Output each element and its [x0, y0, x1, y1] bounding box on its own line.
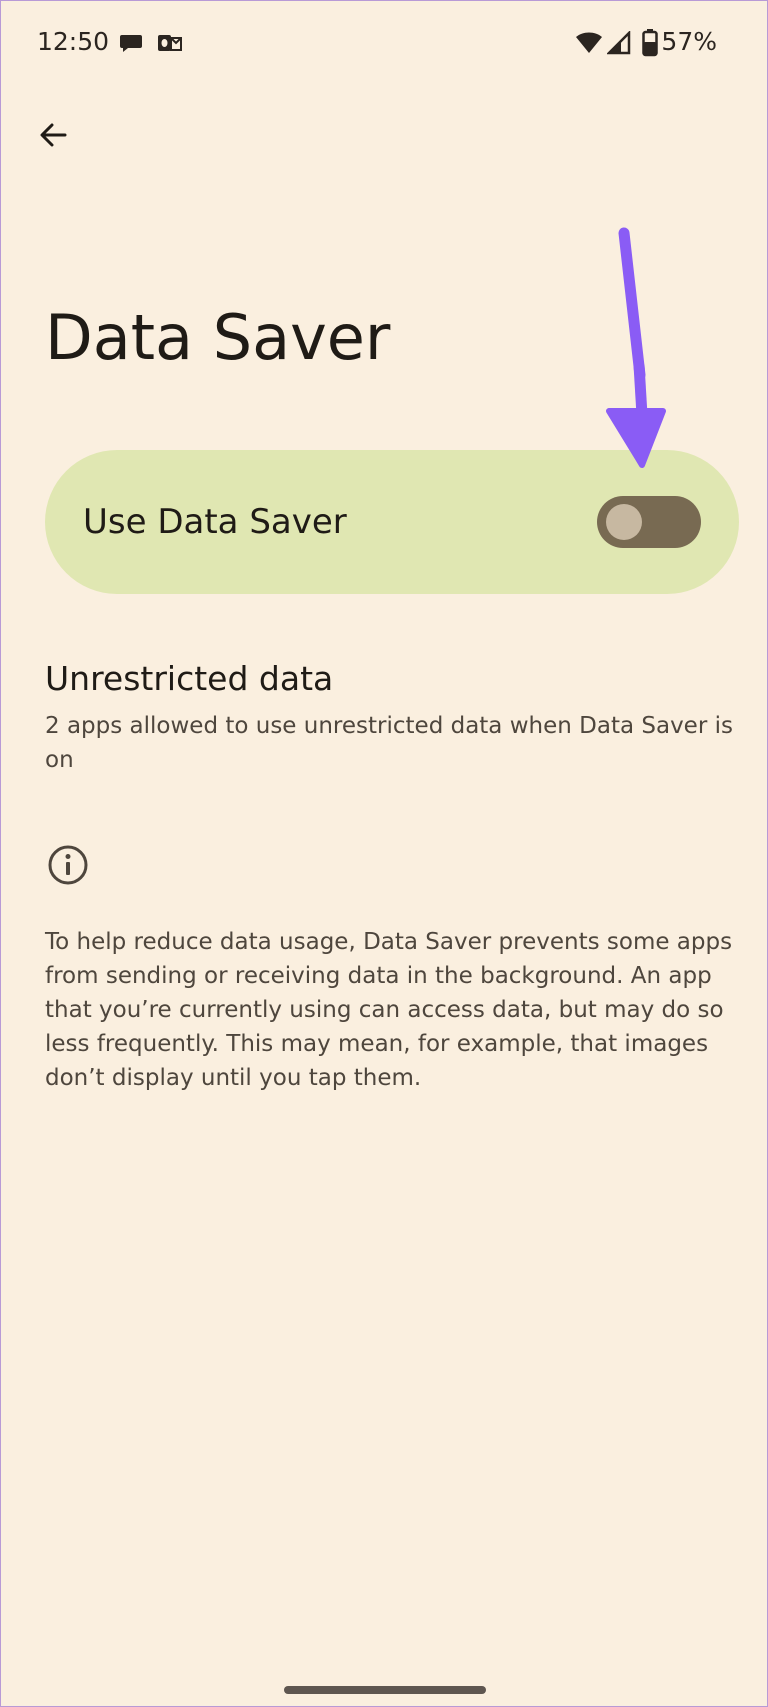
chat-bubble-icon [120, 35, 142, 52]
data-saver-toggle[interactable] [597, 496, 701, 548]
info-icon [48, 845, 88, 885]
unrestricted-data-item[interactable]: Unrestricted data 2 apps allowed to use … [45, 657, 735, 777]
data-saver-footer-text: To help reduce data usage, Data Saver pr… [45, 929, 733, 1091]
cell-signal-icon [607, 31, 631, 55]
unrestricted-data-title: Unrestricted data [45, 659, 334, 698]
back-button[interactable] [29, 111, 77, 159]
status-bar: 12:50 57% [1, 1, 768, 89]
annotation-arrow-icon [606, 227, 666, 468]
unrestricted-data-summary: 2 apps allowed to use unrestricted data … [45, 713, 733, 773]
toggle-thumb [606, 504, 642, 540]
battery-percentage: 57% [661, 27, 717, 56]
use-data-saver-label: Use Data Saver [83, 502, 347, 542]
page-title: Data Saver [45, 301, 391, 374]
battery-icon [642, 29, 658, 57]
gesture-nav-handle[interactable] [284, 1686, 486, 1694]
status-time: 12:50 [37, 27, 110, 56]
outlook-icon [158, 35, 182, 51]
arrow-back-icon [40, 123, 67, 147]
wifi-icon [576, 32, 602, 53]
